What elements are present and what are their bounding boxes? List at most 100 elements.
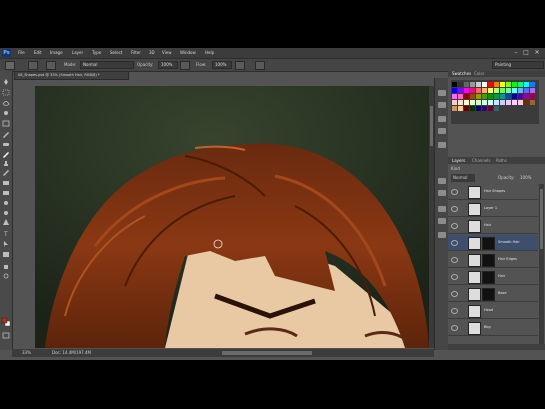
color-swatch[interactable]	[470, 100, 475, 105]
visibility-eye-icon[interactable]	[451, 240, 458, 246]
color-swatch[interactable]	[494, 82, 499, 87]
layer-row[interactable]: Hair Edges	[448, 252, 538, 268]
color-swatch[interactable]	[464, 82, 469, 87]
color-swatch[interactable]	[506, 94, 511, 99]
color-swatch[interactable]	[458, 82, 463, 87]
menu-layer[interactable]: Layer	[72, 50, 83, 55]
color-swatch[interactable]	[488, 106, 493, 111]
layer-mask-thumbnail[interactable]	[482, 288, 495, 301]
color-swatch[interactable]	[452, 106, 457, 111]
color-swatch[interactable]	[530, 94, 535, 99]
color-swatch[interactable]	[470, 82, 475, 87]
layer-row[interactable]: Head	[448, 303, 538, 319]
color-swatch[interactable]	[494, 94, 499, 99]
menu-view[interactable]: View	[162, 50, 172, 55]
maximize-button[interactable]: □	[522, 49, 530, 56]
zoom-level[interactable]: 33%	[22, 349, 31, 357]
color-swatch[interactable]	[500, 94, 505, 99]
brush-presets-icon[interactable]	[438, 128, 446, 134]
menu-type[interactable]: Type	[92, 50, 101, 55]
color-swatch[interactable]	[458, 88, 463, 93]
color-swatch[interactable]	[506, 88, 511, 93]
color-swatch[interactable]	[518, 88, 523, 93]
color-swatch[interactable]	[470, 106, 475, 111]
kind-filter[interactable]: Kind	[451, 165, 460, 173]
scroll-thumb[interactable]	[430, 106, 433, 146]
canvas-horizontal-scrollbar[interactable]	[222, 351, 312, 355]
color-swatch[interactable]	[458, 106, 463, 111]
layer-row[interactable]: Base	[448, 286, 538, 302]
color-swatch[interactable]	[476, 106, 481, 111]
layer-row[interactable]: Smooth Hair	[448, 235, 538, 251]
color-swatch[interactable]	[482, 100, 487, 105]
brush-tool-preset-icon[interactable]	[5, 61, 15, 70]
brush-panel-icon[interactable]	[46, 61, 56, 70]
color-swatch[interactable]	[494, 88, 499, 93]
menu-window[interactable]: Window	[180, 50, 196, 55]
color-swatch[interactable]	[470, 94, 475, 99]
tab-layers[interactable]: Layers	[450, 157, 467, 164]
layer-row[interactable]: Hair	[448, 269, 538, 285]
color-swatch[interactable]	[458, 94, 463, 99]
color-swatch[interactable]	[488, 100, 493, 105]
document-canvas[interactable]	[35, 86, 429, 348]
color-swatch[interactable]	[518, 82, 523, 87]
color-swatch[interactable]	[494, 100, 499, 105]
color-swatch[interactable]	[476, 82, 481, 87]
menu-help[interactable]: Help	[205, 50, 214, 55]
color-swatch[interactable]	[500, 100, 505, 105]
blend-mode-select[interactable]: Normal	[451, 174, 476, 182]
layer-row[interactable]: Layer 1	[448, 201, 538, 217]
character-panel-icon[interactable]	[438, 178, 446, 184]
color-swatch[interactable]	[452, 94, 457, 99]
pressure-opacity-icon[interactable]	[180, 61, 190, 70]
color-swatch[interactable]	[476, 100, 481, 105]
tab-color[interactable]: Color	[474, 71, 484, 77]
scroll-thumb[interactable]	[540, 189, 543, 249]
pressure-size-icon[interactable]	[255, 61, 265, 70]
layer-mask-thumbnail[interactable]	[482, 237, 495, 250]
mode-select[interactable]: Normal	[80, 61, 134, 69]
tab-paths[interactable]: Paths	[494, 157, 509, 164]
color-swatch[interactable]	[452, 82, 457, 87]
color-swatch[interactable]	[458, 100, 463, 105]
color-swatch[interactable]	[530, 100, 535, 105]
history-panel-icon[interactable]	[438, 90, 446, 96]
color-swatch[interactable]	[518, 100, 523, 105]
visibility-eye-icon[interactable]	[451, 189, 458, 195]
color-swatch[interactable]	[530, 88, 535, 93]
color-swatch[interactable]	[512, 82, 517, 87]
layers-scrollbar[interactable]	[539, 184, 544, 344]
color-swatch[interactable]	[524, 94, 529, 99]
layer-mask-thumbnail[interactable]	[482, 254, 495, 267]
properties-panel-icon[interactable]	[438, 102, 446, 108]
menu-image[interactable]: Image	[50, 50, 63, 55]
close-button[interactable]: ✕	[533, 49, 541, 56]
layer-row[interactable]: Bkg	[448, 320, 538, 336]
visibility-eye-icon[interactable]	[451, 206, 458, 212]
color-swatch[interactable]	[494, 106, 499, 111]
color-swatch[interactable]	[488, 82, 493, 87]
color-swatch[interactable]	[476, 88, 481, 93]
workspace-select[interactable]: Painting	[492, 61, 544, 69]
menu-file[interactable]: File	[18, 50, 25, 55]
color-swatch[interactable]	[488, 88, 493, 93]
color-swatch[interactable]	[464, 94, 469, 99]
color-swatch[interactable]	[464, 88, 469, 93]
opacity-field[interactable]: 100%	[158, 61, 178, 69]
visibility-eye-icon[interactable]	[451, 325, 458, 331]
color-swatch[interactable]	[464, 106, 469, 111]
airbrush-icon[interactable]	[235, 61, 245, 70]
color-swatch[interactable]	[476, 94, 481, 99]
brush-panel-icon[interactable]	[438, 116, 446, 122]
color-swatch[interactable]	[512, 94, 517, 99]
document-tab[interactable]: 06_Shapes.psd @ 33% (Smooth Hair, RGB/8)…	[14, 71, 129, 80]
color-swatch[interactable]	[470, 88, 475, 93]
menu-select[interactable]: Select	[110, 50, 122, 55]
tab-channels[interactable]: Channels	[470, 157, 493, 164]
menu-edit[interactable]: Edit	[34, 50, 42, 55]
tab-swatches[interactable]: Swatches	[452, 71, 471, 77]
layer-opacity-field[interactable]: 100%	[520, 174, 531, 182]
layer-row[interactable]: Hair	[448, 218, 538, 234]
color-swatch[interactable]	[500, 82, 505, 87]
